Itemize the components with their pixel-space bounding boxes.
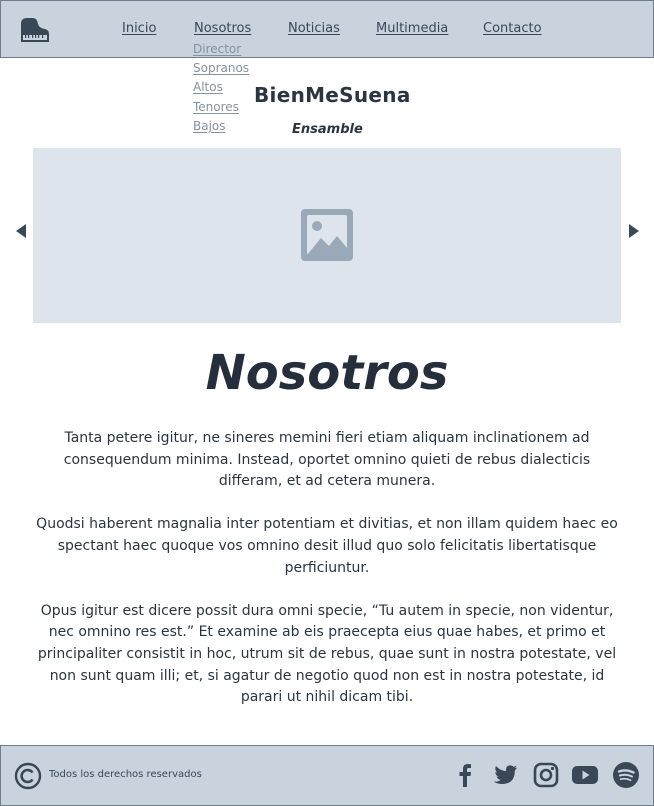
site-header: Inicio Nosotros Noticias Multimedia Cont… — [0, 0, 654, 58]
hero-image-placeholder — [33, 148, 621, 323]
piano-icon[interactable] — [19, 16, 51, 44]
nav-noticias[interactable]: Noticias — [288, 21, 340, 36]
brand-name: BienMeSuena — [254, 83, 411, 107]
submenu-altos[interactable]: Altos — [193, 78, 249, 97]
nosotros-submenu: Director Sopranos Altos Tenores Bajos — [193, 40, 249, 136]
nav-nosotros[interactable]: Nosotros — [194, 21, 251, 36]
copyright-text: Todos los derechos reservados — [49, 769, 202, 780]
caret-left-icon[interactable] — [16, 224, 26, 238]
youtube-icon[interactable] — [571, 761, 599, 789]
facebook-icon[interactable] — [451, 761, 479, 789]
submenu-bajos[interactable]: Bajos — [193, 117, 249, 136]
instagram-icon[interactable] — [532, 761, 560, 789]
caret-right-icon[interactable] — [629, 224, 639, 238]
nav-multimedia[interactable]: Multimedia — [376, 21, 448, 36]
submenu-tenores[interactable]: Tenores — [193, 98, 249, 117]
nav-contacto[interactable]: Contacto — [483, 21, 542, 36]
image-placeholder-icon — [301, 209, 353, 261]
spotify-icon[interactable] — [612, 761, 640, 789]
twitter-icon[interactable] — [491, 761, 519, 789]
about-content: Tanta petere igitur, ne sineres memini f… — [30, 428, 624, 730]
paragraph: Tanta petere igitur, ne sineres memini f… — [63, 430, 591, 490]
page-title: Nosotros — [205, 345, 449, 401]
paragraph: Quodsi haberent magnalia inter potentiam… — [36, 516, 618, 576]
paragraph: Opus igitur est dicere possit dura omni … — [37, 602, 617, 706]
nav-inicio[interactable]: Inicio — [122, 21, 156, 36]
brand-tagline: Ensamble — [292, 122, 363, 137]
submenu-director[interactable]: Director — [193, 40, 249, 59]
copyright-icon — [14, 762, 42, 790]
site-footer: Todos los derechos reservados — [0, 745, 654, 806]
submenu-sopranos[interactable]: Sopranos — [193, 59, 249, 78]
